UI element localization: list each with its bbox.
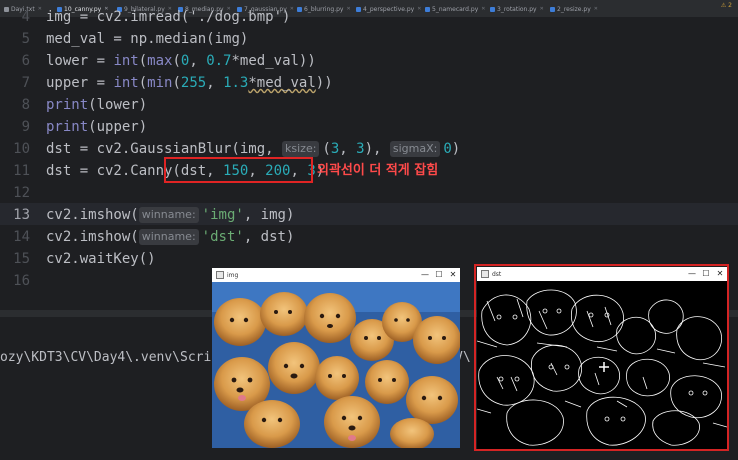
canny-edge-image <box>477 281 727 449</box>
param-hint-winname: winname: <box>138 229 199 245</box>
line-number: 12 <box>13 185 30 201</box>
terminal-path: ozy\KDT3\CV\Day4\.venv\Scri <box>0 350 212 365</box>
code-line-9: print(upper) <box>46 119 148 135</box>
code-line-13: cv2.imshow(winname:'img', img) <box>46 207 295 223</box>
window-app-icon <box>481 270 489 278</box>
maximize-button[interactable]: ☐ <box>432 268 446 282</box>
close-button[interactable]: ✕ <box>713 267 727 281</box>
line-number: 5 <box>21 31 30 47</box>
line-number: 8 <box>21 97 30 113</box>
canny-args-highlight-box <box>164 157 313 183</box>
maximize-button[interactable]: ☐ <box>699 267 713 281</box>
minimize-button[interactable]: — <box>685 267 699 281</box>
code-line-15: cv2.waitKey() <box>46 251 156 267</box>
close-tab-icon[interactable]: ✕ <box>540 6 544 12</box>
code-line-4: img = cv2.imread('./dog.bmp') <box>46 9 291 25</box>
line-number: 13 <box>13 207 30 223</box>
annotation-text: 외곽선이 더 적게 잡힘 <box>317 163 439 178</box>
tab-6-blurring[interactable]: 6_blurring.py ✕ <box>297 3 351 15</box>
dst-window[interactable]: dst — ☐ ✕ <box>477 267 727 449</box>
python-file-icon <box>425 6 430 12</box>
python-file-icon <box>550 6 555 12</box>
line-number: 4 <box>21 9 30 25</box>
window-titlebar[interactable]: dst — ☐ ✕ <box>477 267 727 281</box>
param-hint-sigmax: sigmaX: <box>389 141 441 157</box>
tab-2-resize[interactable]: 2_resize.py ✕ <box>550 3 598 15</box>
code-line-7: upper = int(min(255, 1.3*med_val)) <box>46 75 333 91</box>
close-tab-icon[interactable]: ✕ <box>594 6 598 12</box>
dog-image <box>212 282 460 448</box>
code-line-6: lower = int(max(0, 0.7*med_val)) <box>46 53 316 69</box>
param-hint-winname: winname: <box>138 207 199 223</box>
puppies-photo <box>212 282 460 448</box>
line-number-gutter: 4 5 6 7 8 9 10 11 12 13 14 15 16 <box>0 9 36 310</box>
line-number: 6 <box>21 53 30 69</box>
python-file-icon <box>297 6 302 12</box>
line-number: 11 <box>13 163 30 179</box>
tab-3-rotation[interactable]: 3_rotation.py ✕ <box>490 3 544 15</box>
window-app-icon <box>216 271 224 279</box>
window-title: dst <box>492 270 502 278</box>
minimize-button[interactable]: — <box>418 268 432 282</box>
window-title: img <box>227 271 239 279</box>
close-tab-icon[interactable]: ✕ <box>346 6 350 12</box>
code-line-14: cv2.imshow(winname:'dst', dst) <box>46 229 295 245</box>
warning-count[interactable]: ⚠ 2 <box>721 2 732 9</box>
line-number: 10 <box>13 141 30 157</box>
tab-5-namecard[interactable]: 5_namecard.py ✕ <box>425 3 485 15</box>
code-line-5: med_val = np.median(img) <box>46 31 249 47</box>
line-number: 9 <box>21 119 30 135</box>
close-tab-icon[interactable]: ✕ <box>417 6 421 12</box>
close-button[interactable]: ✕ <box>446 268 460 282</box>
tab-4-perspective[interactable]: 4_perspective.py ✕ <box>356 3 421 15</box>
close-tab-icon[interactable]: ✕ <box>481 6 485 12</box>
window-titlebar[interactable]: img — ☐ ✕ <box>212 268 460 282</box>
python-file-icon <box>356 6 361 12</box>
code-line-8: print(lower) <box>46 97 148 113</box>
python-file-icon <box>490 6 495 12</box>
close-tab-icon[interactable]: ✕ <box>38 6 42 12</box>
edge-map <box>477 289 727 446</box>
param-hint-ksize: ksize: <box>282 141 320 157</box>
line-number: 14 <box>13 229 30 245</box>
line-number: 15 <box>13 251 30 267</box>
img-window[interactable]: img — ☐ ✕ <box>212 268 460 448</box>
line-number: 7 <box>21 75 30 91</box>
line-number: 16 <box>13 273 30 289</box>
